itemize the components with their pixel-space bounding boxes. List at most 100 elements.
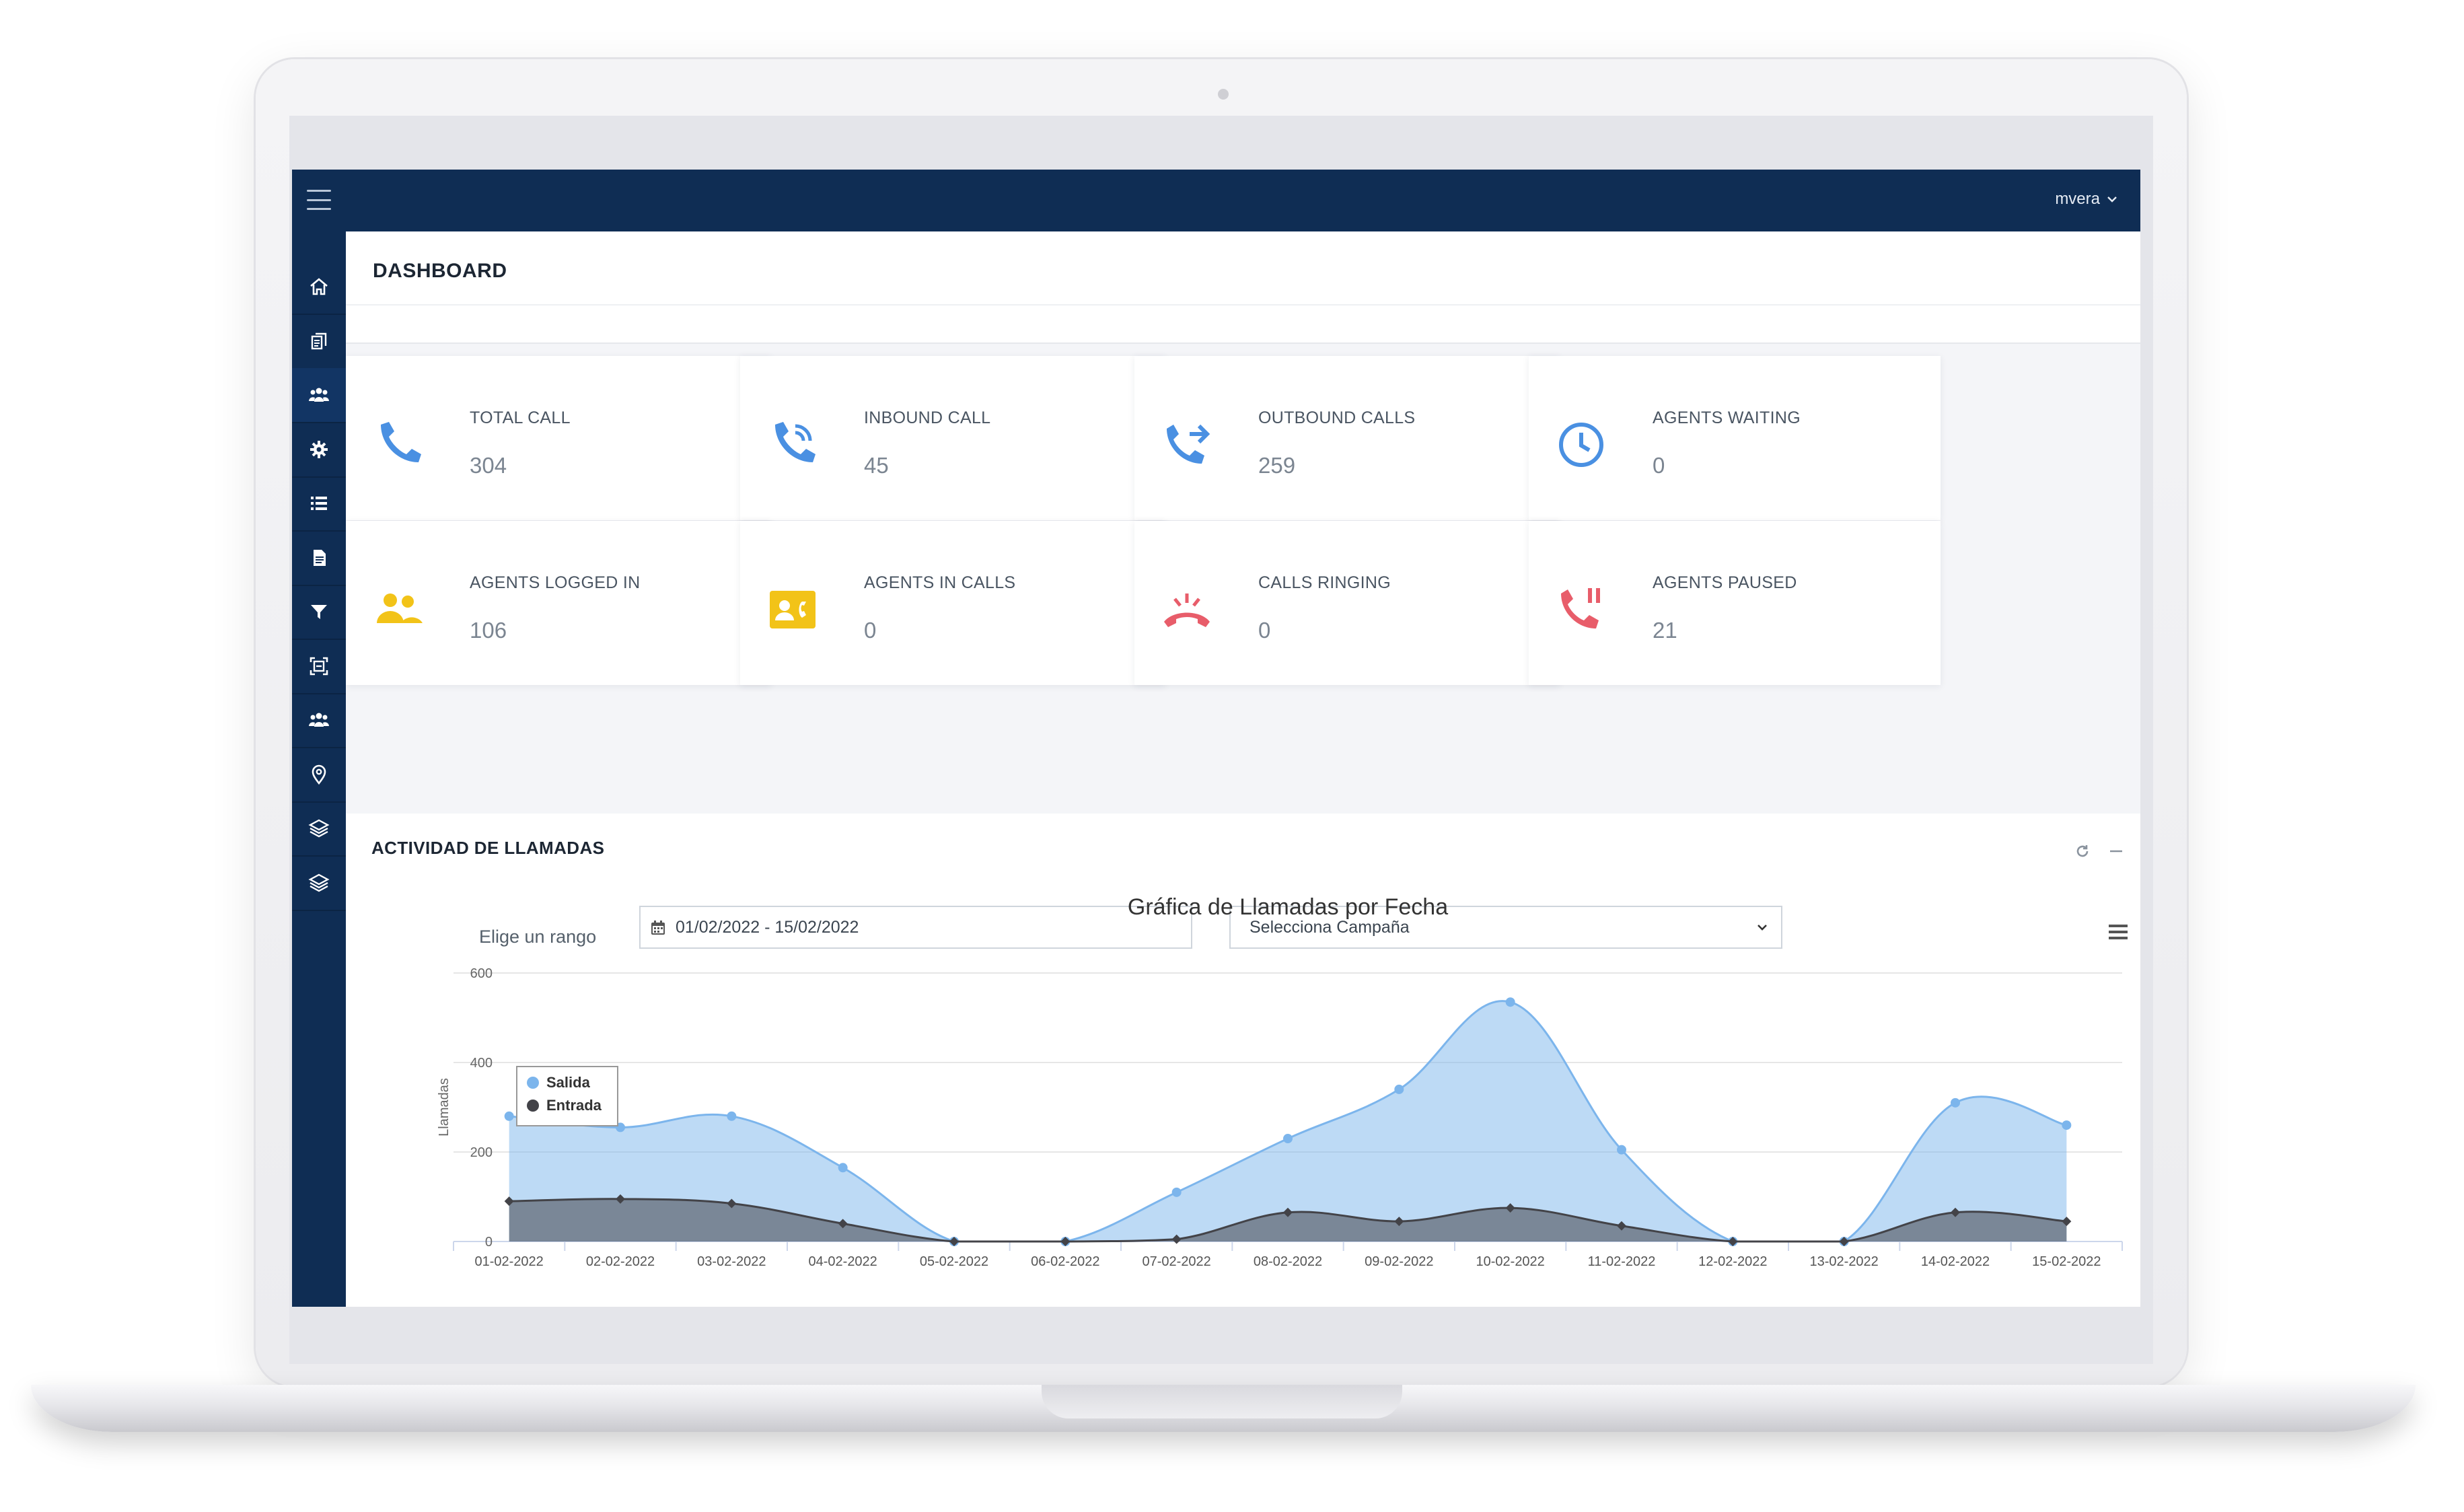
stat-label: OUTBOUND CALLS — [1258, 408, 1416, 427]
sidebar-item-layers-alt[interactable] — [292, 856, 346, 911]
data-point-salida — [1617, 1145, 1626, 1155]
stat-value: 304 — [470, 453, 507, 478]
stat-label: AGENTS PAUSED — [1653, 573, 1797, 592]
data-point-salida — [2062, 1120, 2072, 1130]
page-title: DASHBOARD — [373, 260, 507, 282]
y-tick-label: 0 — [485, 1235, 493, 1250]
stat-value: 21 — [1653, 618, 1677, 643]
x-tick-label: 03-02-2022 — [697, 1254, 766, 1269]
stat-label: CALLS RINGING — [1258, 573, 1391, 592]
data-point-salida — [1283, 1134, 1293, 1144]
legend-marker-salida — [527, 1077, 539, 1089]
stat-card-agents-in-calls: AGENTS IN CALLS 0 — [740, 521, 1165, 685]
y-axis-label: Llamadas — [437, 1078, 451, 1137]
user-name: mvera — [2055, 190, 2100, 208]
x-tick-label: 09-02-2022 — [1365, 1254, 1433, 1269]
x-tick-label: 07-02-2022 — [1143, 1254, 1211, 1269]
top-bar: mvera — [292, 170, 2140, 231]
data-point-salida — [1951, 1097, 1960, 1108]
x-tick-label: 02-02-2022 — [586, 1254, 655, 1269]
y-tick-label: 400 — [470, 1056, 493, 1071]
sidebar-item-filter[interactable] — [292, 585, 346, 640]
legend-label-entrada: Entrada — [546, 1097, 602, 1114]
x-tick-label: 15-02-2022 — [2032, 1254, 2101, 1269]
stat-card-calls-ringing: CALLS RINGING 0 — [1134, 521, 1560, 685]
x-tick-label: 01-02-2022 — [475, 1254, 544, 1269]
y-tick-label: 600 — [470, 966, 493, 981]
group-icon — [309, 713, 329, 727]
x-tick-label: 10-02-2022 — [1476, 1254, 1545, 1269]
calls-by-date-chart: Gráfica de Llamadas por Fecha 0 200 400 600 L… — [437, 894, 2128, 1269]
agents-icon — [377, 593, 423, 623]
layers-alt-icon — [308, 873, 330, 892]
stat-value: 0 — [1258, 618, 1271, 643]
stat-label: AGENTS WAITING — [1653, 408, 1801, 427]
data-point-salida — [1394, 1084, 1404, 1094]
stat-label: AGENTS IN CALLS — [864, 573, 1016, 592]
clock-icon — [1559, 423, 1603, 467]
stat-card-outbound-calls: OUTBOUND CALLS 259 — [1134, 356, 1560, 520]
data-point-salida — [838, 1163, 848, 1173]
phone-paused-icon — [1561, 588, 1600, 628]
stat-card-inbound-call: INBOUND CALL 45 — [740, 356, 1165, 520]
stat-label: INBOUND CALL — [864, 408, 991, 427]
stat-value: 106 — [470, 618, 507, 643]
data-point-salida — [727, 1111, 737, 1121]
sidebar-item-documents[interactable] — [292, 314, 346, 369]
stat-value: 0 — [1653, 453, 1665, 478]
layers-icon — [308, 819, 330, 838]
x-tick-label: 13-02-2022 — [1810, 1254, 1879, 1269]
laptop-notch — [1042, 1385, 1402, 1418]
stat-label: TOTAL CALL — [470, 408, 571, 427]
x-tick-label: 11-02-2022 — [1588, 1254, 1656, 1269]
y-tick-label: 200 — [470, 1145, 493, 1160]
hamburger-menu-icon[interactable] — [307, 190, 331, 210]
contact-card-icon — [770, 591, 816, 628]
header-divider — [346, 304, 2140, 305]
sidebar-item-layers[interactable] — [292, 801, 346, 857]
stat-value: 0 — [864, 618, 877, 643]
user-menu[interactable]: mvera — [2055, 190, 2117, 209]
data-point-salida — [1171, 1187, 1182, 1197]
chevron-down-icon — [2107, 196, 2117, 203]
legend-marker-entrada — [527, 1100, 539, 1112]
home-icon — [310, 278, 328, 295]
sidebar-item-gear[interactable] — [292, 423, 346, 478]
sidebar — [292, 231, 346, 1307]
location-pin-icon — [312, 764, 326, 785]
chart-title: Gráfica de Llamadas por Fecha — [1128, 894, 1448, 920]
x-tick-label: 05-02-2022 — [920, 1254, 988, 1269]
file-icon — [314, 549, 326, 566]
camera-icon — [1218, 89, 1229, 100]
sidebar-item-scan[interactable] — [292, 639, 346, 694]
sidebar-item-file[interactable] — [292, 531, 346, 586]
phone-outgoing-icon — [1167, 424, 1210, 464]
stat-card-agents-logged-in: AGENTS LOGGED IN 106 — [346, 521, 771, 685]
x-tick-label: 12-02-2022 — [1698, 1254, 1767, 1269]
call-activity-panel: ACTIVIDAD DE LLAMADAS Elige un rango Sel… — [346, 814, 2140, 1307]
app-screen: mvera DASHBOARD TOTAL CALL 304 INBOUND CAL… — [292, 170, 2140, 1307]
phone-incoming-icon — [775, 422, 816, 462]
x-tick-label: 08-02-2022 — [1254, 1254, 1322, 1269]
sidebar-item-location-pin[interactable] — [292, 748, 346, 803]
gear-icon — [310, 440, 328, 458]
sidebar-item-group[interactable] — [292, 693, 346, 748]
filter-icon — [311, 605, 327, 619]
list-icon — [311, 497, 327, 510]
data-point-salida — [504, 1111, 514, 1121]
x-tick-label: 14-02-2022 — [1921, 1254, 1990, 1269]
sidebar-item-list[interactable] — [292, 476, 346, 532]
users-icon — [309, 388, 329, 402]
legend-label-salida: Salida — [546, 1074, 591, 1091]
x-tick-label: 04-02-2022 — [809, 1254, 877, 1269]
sidebar-item-home[interactable] — [292, 260, 346, 315]
stat-value: 45 — [864, 453, 889, 478]
page-header: DASHBOARD — [346, 231, 2140, 344]
chart-menu-icon[interactable] — [2109, 925, 2128, 939]
stat-value: 259 — [1258, 453, 1296, 478]
phone-icon — [381, 422, 421, 462]
stat-card-agents-waiting: AGENTS WAITING 0 — [1529, 356, 1941, 520]
sidebar-item-users[interactable] — [292, 368, 346, 423]
x-tick-label: 06-02-2022 — [1031, 1254, 1099, 1269]
documents-icon — [311, 332, 327, 349]
